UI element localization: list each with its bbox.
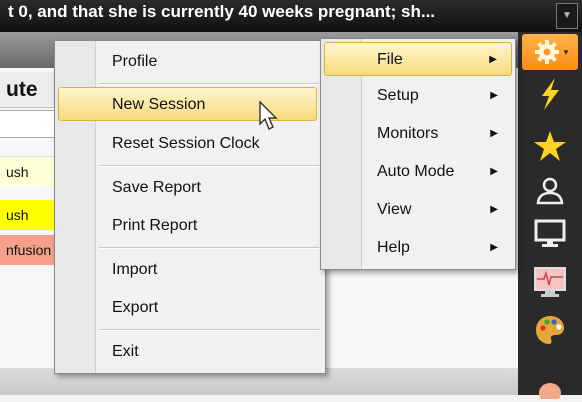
menu-item-label: Print Report: [112, 217, 198, 234]
menu-item-label: Exit: [112, 343, 139, 360]
menu-item-label: Reset Session Clock: [112, 135, 260, 152]
menu-item-reset-session-clock[interactable]: Reset Session Clock: [58, 127, 322, 161]
filter-input[interactable]: [0, 110, 59, 138]
user-icon[interactable]: [522, 172, 578, 208]
monitor-icon[interactable]: [522, 216, 578, 252]
menu-item-view[interactable]: View ▶: [324, 193, 512, 227]
submenu-arrow-icon: ▶: [490, 128, 498, 139]
submenu-arrow-icon: ▶: [490, 204, 498, 215]
menu-item-label: Auto Mode: [377, 163, 455, 180]
settings-menu: File ▶ Setup ▶ Monitors ▶ Auto Mode ▶ Vi…: [320, 38, 516, 270]
menu-item-help[interactable]: Help ▶: [324, 231, 512, 265]
submenu-arrow-icon: ▶: [490, 166, 498, 177]
palette-icon[interactable]: [522, 312, 578, 348]
menu-item-monitors[interactable]: Monitors ▶: [324, 117, 512, 151]
menu-item-exit[interactable]: Exit: [58, 335, 322, 369]
hand-icon[interactable]: [522, 366, 578, 402]
submenu-arrow-icon: ▶: [490, 90, 498, 101]
star-icon[interactable]: [522, 128, 578, 164]
menu-item-setup[interactable]: Setup ▶: [324, 79, 512, 113]
menu-item-label: Profile: [112, 53, 158, 70]
menu-item-print-report[interactable]: Print Report: [58, 209, 322, 243]
menu-item-label: Save Report: [112, 179, 201, 196]
banner-text: t 0, and that she is currently 40 weeks …: [8, 2, 436, 21]
menu-item-file[interactable]: File ▶: [324, 42, 512, 76]
menu-item-export[interactable]: Export: [58, 291, 322, 325]
gear-icon[interactable]: ▾: [522, 34, 578, 70]
menu-item-label: File: [377, 51, 403, 68]
column-title: ute: [0, 72, 60, 108]
menu-separator: [99, 83, 319, 85]
menu-separator: [99, 247, 319, 249]
menu-separator: [99, 165, 319, 167]
menu-item-label: Setup: [377, 87, 419, 104]
table-cell[interactable]: ush: [0, 200, 56, 230]
menu-separator: [99, 329, 319, 331]
submenu-arrow-icon: ▶: [490, 242, 498, 253]
menu-item-save-report[interactable]: Save Report: [58, 171, 322, 205]
menu-item-label: Export: [112, 299, 159, 316]
ecg-monitor-icon[interactable]: [522, 264, 578, 300]
lightning-icon[interactable]: [522, 76, 578, 112]
menu-item-label: View: [377, 201, 412, 218]
table-cell[interactable]: ush: [0, 156, 56, 186]
case-description-banner: t 0, and that she is currently 40 weeks …: [0, 0, 582, 32]
banner-dropdown-button[interactable]: ▼: [556, 3, 578, 29]
menu-item-import[interactable]: Import: [58, 253, 322, 287]
menu-item-auto-mode[interactable]: Auto Mode ▶: [324, 155, 512, 189]
menu-item-label: Help: [377, 239, 410, 256]
right-toolbar: ▾: [518, 32, 582, 399]
file-submenu: Profile New Session Reset Session Clock …: [54, 40, 326, 374]
menu-item-label: New Session: [112, 96, 206, 113]
menu-item-label: Import: [112, 261, 158, 278]
mouse-cursor-icon: [259, 100, 278, 130]
menu-item-profile[interactable]: Profile: [58, 45, 322, 79]
table-cell[interactable]: nfusion: [0, 235, 56, 265]
submenu-arrow-icon: ▶: [489, 54, 497, 65]
menu-item-label: Monitors: [377, 125, 439, 142]
